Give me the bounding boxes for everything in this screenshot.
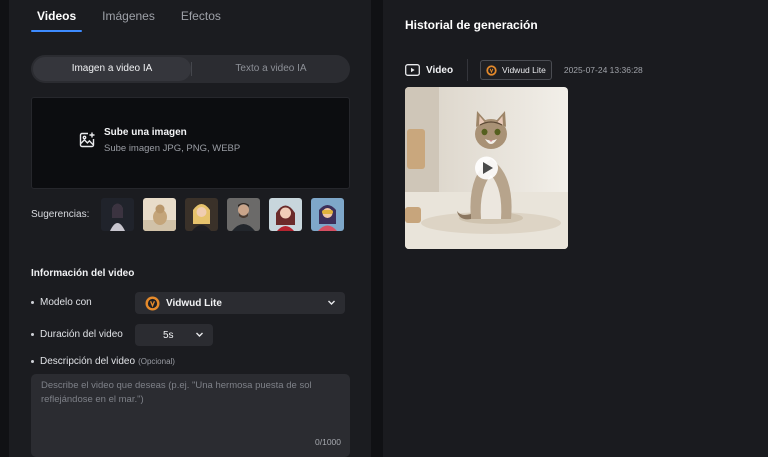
suggestion-thumb-6[interactable] <box>311 198 344 231</box>
chevron-down-icon <box>328 300 335 305</box>
model-select-value: Vidwud Lite <box>166 297 222 309</box>
model-label: Modelo con <box>31 297 92 308</box>
model-label-text: Modelo con <box>40 297 92 308</box>
tab-imagenes[interactable]: Imágenes <box>96 8 161 32</box>
duration-select[interactable]: 5s <box>135 324 213 346</box>
tab-videos[interactable]: Videos <box>31 8 83 32</box>
bullet-dot <box>31 360 34 363</box>
video-thumbnail <box>405 87 568 249</box>
video-icon <box>405 64 420 76</box>
suggestion-thumb-2[interactable] <box>143 198 176 231</box>
vidwud-logo-icon <box>145 296 160 310</box>
upload-formats: Sube imagen JPG, PNG, WEBP <box>104 143 241 154</box>
mode-image-to-video[interactable]: Imagen a video IA <box>33 57 191 81</box>
suggestion-thumb-3[interactable] <box>185 198 218 231</box>
suggestion-thumbnails <box>101 198 344 231</box>
description-placeholder: Describe el video que deseas (p.ej. "Una… <box>41 380 312 405</box>
description-textarea[interactable]: Describe el video que deseas (p.ej. "Una… <box>31 374 350 457</box>
model-select[interactable]: Vidwud Lite <box>135 292 345 314</box>
optional-tag: (Opcional) <box>138 357 175 366</box>
duration-select-value: 5s <box>163 329 174 341</box>
mode-switch: Imagen a video IA Texto a video IA <box>31 55 350 83</box>
suggestion-thumb-5[interactable] <box>269 198 302 231</box>
chevron-down-icon <box>196 332 203 337</box>
duration-label: Duración del video <box>31 329 123 340</box>
history-title: Historial de generación <box>405 18 538 32</box>
generated-video-card[interactable] <box>405 87 568 249</box>
vidwud-logo-icon <box>486 64 497 76</box>
model-badge: Vidwud Lite <box>480 60 552 80</box>
model-badge-text: Vidwud Lite <box>502 65 546 75</box>
bullet-dot <box>31 333 34 336</box>
video-info-title: Información del video <box>31 268 135 279</box>
history-entry-header: Video Vidwud Lite 2025-07-24 13:36:28 <box>405 59 643 81</box>
suggestion-thumb-4[interactable] <box>227 198 260 231</box>
description-label: Descripción del video (Opcional) <box>31 356 175 367</box>
tab-efectos[interactable]: Efectos <box>175 8 227 32</box>
character-counter: 0/1000 <box>315 437 341 447</box>
image-upload-area[interactable]: Sube una imagen Sube imagen JPG, PNG, WE… <box>31 97 350 189</box>
suggestion-thumb-1[interactable] <box>101 198 134 231</box>
history-type-label: Video <box>426 64 454 76</box>
history-panel: Historial de generación Video Vidwud Lit… <box>383 0 768 457</box>
upload-title: Sube una imagen <box>104 127 187 138</box>
suggestions-label: Sugerencias: <box>31 209 90 220</box>
duration-label-text: Duración del video <box>40 329 123 340</box>
creation-panel: Videos Imágenes Efectos Imagen a video I… <box>9 0 371 457</box>
generation-timestamp: 2025-07-24 13:36:28 <box>563 65 643 75</box>
history-divider <box>467 59 469 81</box>
image-add-icon <box>79 132 95 148</box>
mode-text-to-video[interactable]: Texto a video IA <box>192 57 350 81</box>
tab-bar: Videos Imágenes Efectos <box>31 8 241 32</box>
bullet-dot <box>31 301 34 304</box>
description-label-text: Descripción del video <box>40 356 136 367</box>
